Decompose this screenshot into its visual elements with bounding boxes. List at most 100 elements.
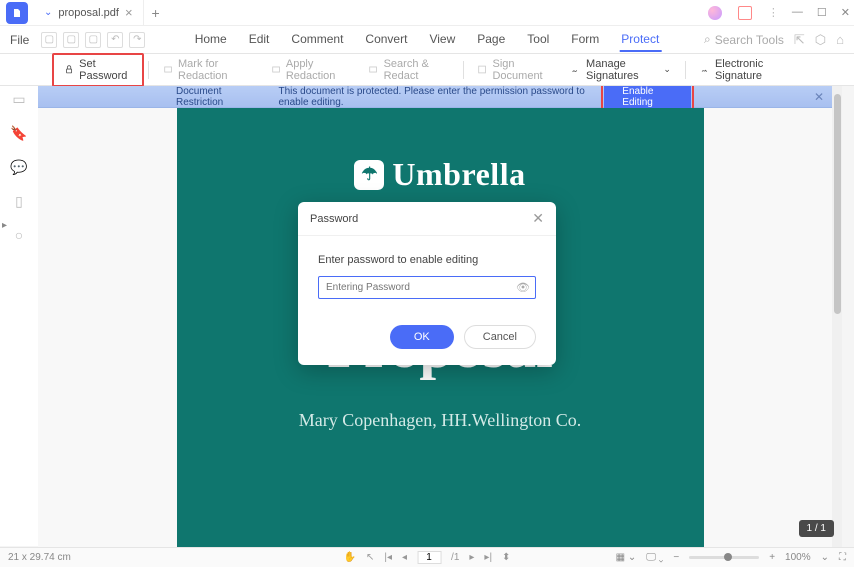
save-icon[interactable]: ▢ [63,32,79,48]
share-icon[interactable]: ⇱ [794,32,805,48]
password-input-wrap: 👁 [318,276,536,299]
chevron-down-icon: ⌄ [44,7,52,18]
page-navigation: ✋ ↖ |◂ ◂ /1 ▸ ▸| ⬍ [344,551,511,564]
mark-for-redaction-button: Mark for Redaction [153,54,261,86]
signature-icon [571,63,581,76]
password-input[interactable] [318,276,536,299]
open-file-icon[interactable]: ▢ [41,32,57,48]
document-restriction-banner: Document Restriction This document is pr… [38,86,832,108]
left-sidebar: ▭ 🔖 💬 ▯ ○ [0,86,38,546]
brand-logo: ☂ Umbrella [177,108,704,193]
next-page-button[interactable]: ▸ [469,552,474,563]
sign-icon [477,63,487,76]
print-icon[interactable]: ▢ [85,32,101,48]
cloud-icon[interactable]: ⬡ [815,32,826,48]
zoom-level[interactable]: 100% [785,552,811,563]
window-controls: ⋮ — ☐ ✕ [708,6,850,20]
home-icon[interactable]: ⌂ [836,32,844,48]
search-panel-icon[interactable]: ○ [10,226,28,244]
document-subtitle: Mary Copenhagen, HH.Wellington Co. [177,410,704,431]
last-page-button[interactable]: ▸| [484,552,492,563]
dialog-header: Password ✕ [298,202,556,236]
file-menu[interactable]: File [6,31,33,49]
menu-tool[interactable]: Tool [525,28,551,52]
redo-icon[interactable]: ↷ [129,32,145,48]
enable-editing-button[interactable]: Enable Editing [604,86,691,110]
status-right: ▦ ⌄ 🖵 ⌄ − + 100% ⌄ ⛶ [616,552,846,563]
fit-page-icon[interactable]: ⬍ [502,552,510,563]
dialog-buttons: OK Cancel [298,309,556,365]
search-tools[interactable]: ⌕ Search Tools [704,32,784,47]
protect-toolbar: Set Password Mark for Redaction Apply Re… [0,54,854,86]
menu-convert[interactable]: Convert [363,28,409,52]
zoom-dropdown-icon[interactable]: ⌄ [821,552,829,563]
menu-form[interactable]: Form [569,28,601,52]
menu-edit[interactable]: Edit [247,28,272,52]
document-tab[interactable]: ⌄ proposal.pdf × [34,0,144,25]
status-bar: 21 x 29.74 cm ✋ ↖ |◂ ◂ /1 ▸ ▸| ⬍ ▦ ⌄ 🖵 ⌄… [0,547,854,567]
tab-filename: proposal.pdf [58,7,119,19]
menu-view[interactable]: View [427,28,457,52]
apply-redaction-button: Apply Redaction [261,54,359,86]
minimize-button[interactable]: — [792,6,803,20]
menu-protect[interactable]: Protect [619,28,661,52]
first-page-button[interactable]: |◂ [384,552,392,563]
close-window-button[interactable]: ✕ [841,6,850,20]
tab-close-button[interactable]: × [125,5,133,20]
password-dialog: Password ✕ Enter password to enable edit… [298,202,556,365]
view-mode-icon[interactable]: ▦ ⌄ [616,552,637,563]
manage-signatures-button[interactable]: Manage Signatures ⌄ [561,54,681,86]
more-menu-icon[interactable]: ⋮ [768,6,778,20]
hand-tool-icon[interactable]: ✋ [344,552,356,563]
menu-comment[interactable]: Comment [289,28,345,52]
maximize-button[interactable]: ☐ [817,6,827,20]
show-password-icon[interactable]: 👁 [516,281,530,294]
fullscreen-icon[interactable]: ⛶ [839,552,846,563]
set-password-button[interactable]: Set Password [52,53,144,87]
esign-icon [700,63,710,76]
select-tool-icon[interactable]: ↖ [366,552,374,563]
menu-page[interactable]: Page [475,28,507,52]
page-dimensions: 21 x 29.74 cm [8,552,71,563]
quick-actions: ▢ ▢ ▢ ↶ ↷ [41,32,145,48]
sidebar-collapse-icon[interactable]: ▸ [2,220,7,231]
ai-assistant-icon[interactable] [708,6,722,20]
zoom-out-button[interactable]: − [673,552,679,563]
search-redact-icon [368,63,378,76]
undo-icon[interactable]: ↶ [107,32,123,48]
attachments-icon[interactable]: ▯ [10,192,28,210]
scrollbar-thumb[interactable] [834,94,841,314]
zoom-slider-thumb[interactable] [724,553,732,561]
sign-document-button: Sign Document [467,54,561,86]
separator [148,61,149,79]
header-right-icons: ⇱ ⬡ ⌂ [794,32,844,48]
page-indicator-badge: 1 / 1 [799,520,834,537]
banner-label: Document Restriction [176,86,258,108]
redact-apply-icon [271,63,281,76]
separator [685,61,686,79]
redact-mark-icon [163,63,173,76]
prev-page-button[interactable]: ◂ [402,552,407,563]
menu-home[interactable]: Home [193,28,229,52]
search-redact-button: Search & Redact [358,54,458,86]
bookmarks-icon[interactable]: 🔖 [10,124,28,142]
ai-badge-icon[interactable] [738,6,752,20]
banner-close-button[interactable]: ✕ [814,90,824,104]
scrollbar[interactable] [832,86,842,547]
dialog-close-button[interactable]: ✕ [532,210,544,227]
display-mode-icon[interactable]: 🖵 ⌄ [646,552,663,563]
thumbnails-icon[interactable]: ▭ [10,90,28,108]
lock-icon [64,63,74,76]
app-logo [6,2,28,24]
chevron-down-icon: ⌄ [663,64,671,75]
zoom-slider[interactable] [689,556,759,559]
page-number-input[interactable] [417,551,441,564]
umbrella-icon: ☂ [354,160,384,190]
comments-icon[interactable]: 💬 [10,158,28,176]
brand-name: Umbrella [392,156,525,193]
new-tab-button[interactable]: + [144,5,168,21]
cancel-button[interactable]: Cancel [464,325,536,349]
ok-button[interactable]: OK [390,325,454,349]
electronic-signature-button[interactable]: Electronic Signature [690,54,802,86]
zoom-in-button[interactable]: + [769,552,775,563]
